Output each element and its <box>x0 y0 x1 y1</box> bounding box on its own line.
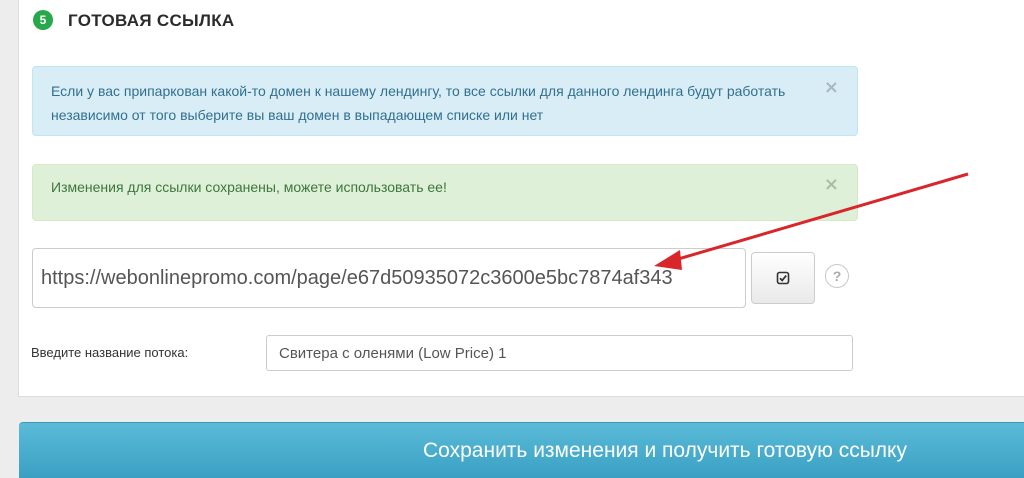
info-alert-text: Если у вас припаркован какой-то домен к … <box>51 83 786 123</box>
close-icon[interactable]: × <box>824 76 839 100</box>
save-and-get-link-button[interactable]: Сохранить изменения и получить готовую с… <box>19 422 1024 478</box>
stream-name-input[interactable] <box>266 335 853 371</box>
ready-link-input[interactable] <box>32 248 746 308</box>
step-badge: 5 <box>33 10 53 30</box>
stream-name-label: Введите название потока: <box>31 345 189 360</box>
help-icon[interactable]: ? <box>825 264 849 288</box>
success-alert-text: Изменения для ссылки сохранены, можете и… <box>51 179 447 195</box>
success-alert: Изменения для ссылки сохранены, можете и… <box>32 164 858 221</box>
check-square-icon <box>776 271 790 285</box>
info-alert: Если у вас припаркован какой-то домен к … <box>32 66 858 136</box>
section-title: ГОТОВАЯ ССЫЛКА <box>68 11 235 30</box>
close-icon[interactable]: × <box>824 174 839 196</box>
save-button-label: Сохранить изменения и получить готовую с… <box>423 438 907 462</box>
copy-link-button[interactable] <box>751 252 815 304</box>
